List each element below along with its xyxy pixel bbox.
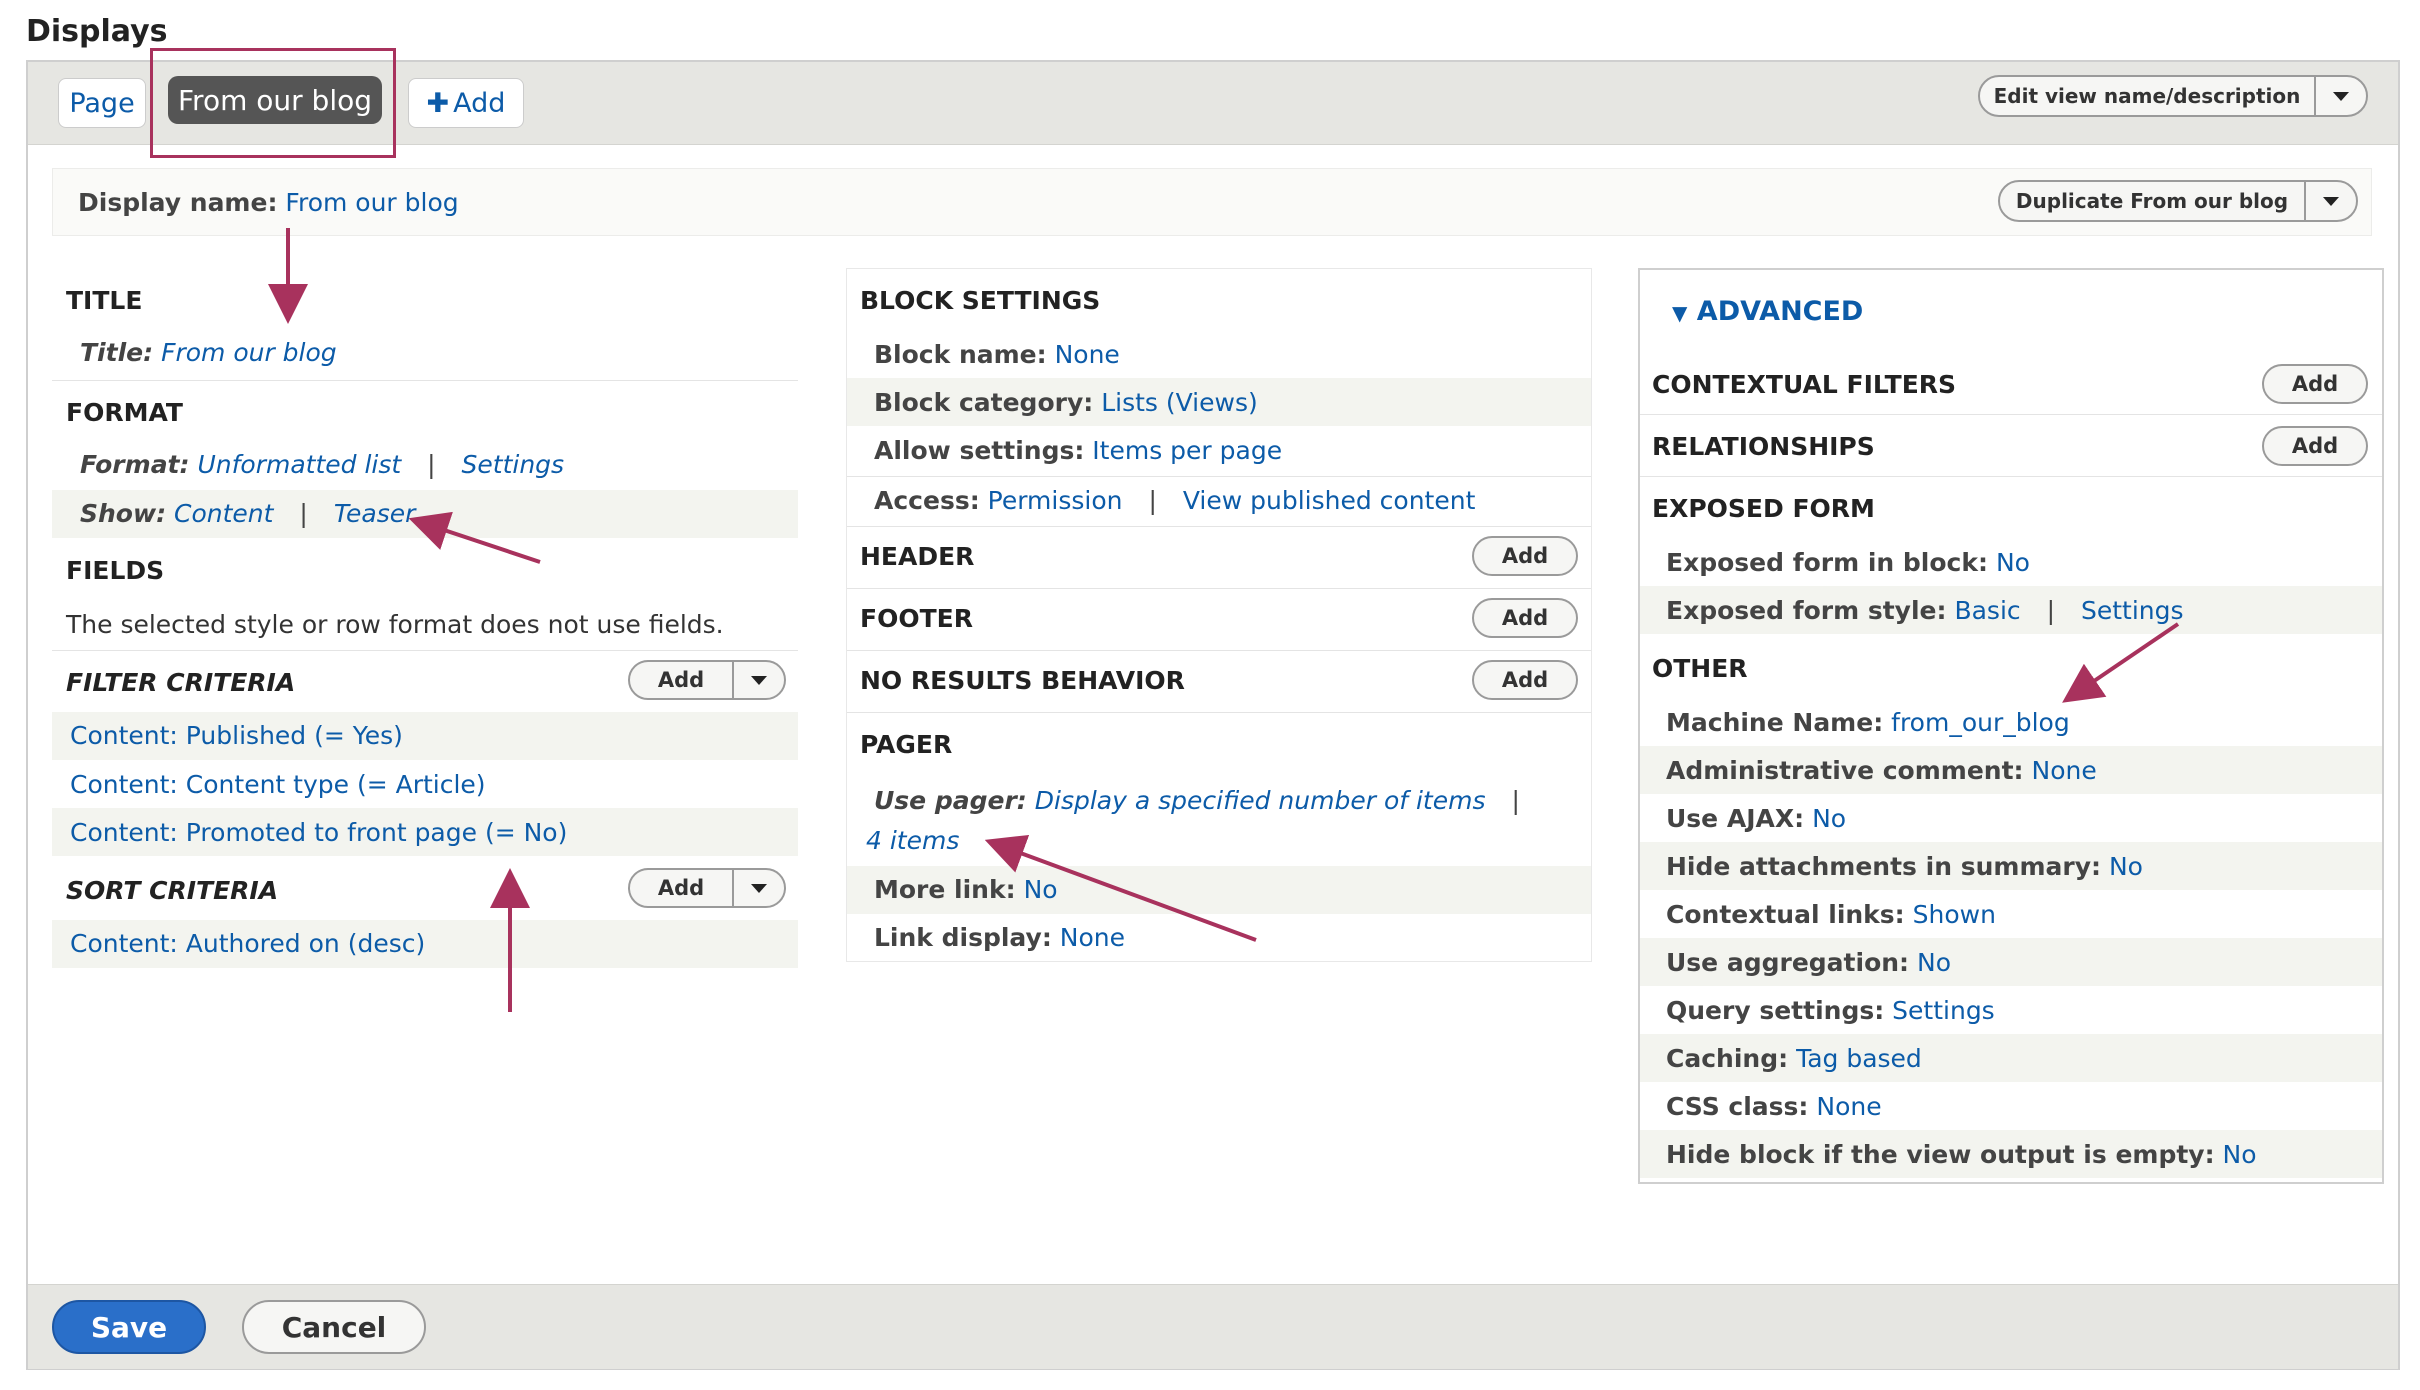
- arrow-machine-name: [2062, 622, 2180, 703]
- arrow-show-teaser: [408, 511, 541, 564]
- arrow-pager-items: [984, 834, 1257, 942]
- annotation-arrows: [268, 228, 2180, 1012]
